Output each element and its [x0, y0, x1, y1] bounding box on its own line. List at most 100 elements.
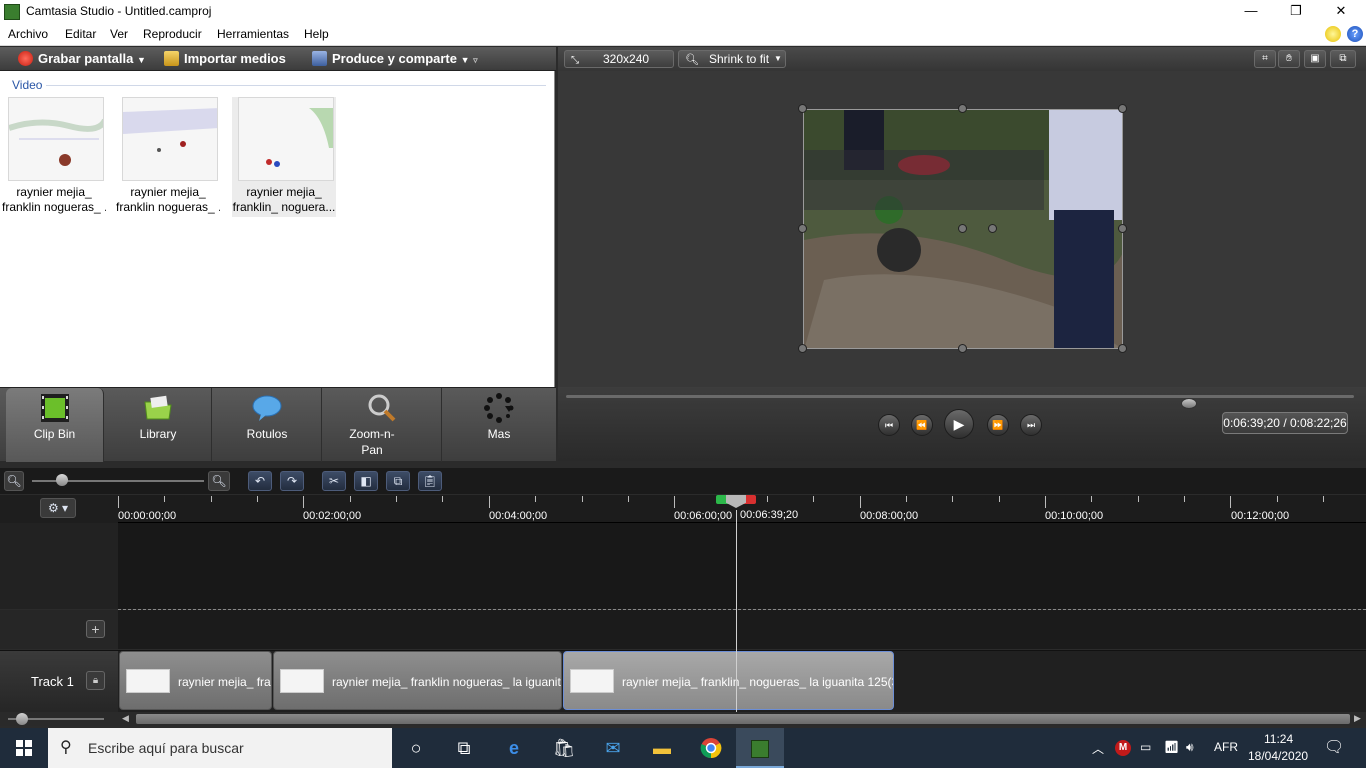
scroll-left-icon[interactable]: ◀: [122, 713, 129, 724]
tab-library[interactable]: Library: [105, 388, 212, 462]
empty-track-lane: [118, 610, 1366, 649]
scroll-thumb[interactable]: [136, 714, 1350, 724]
menu-editar[interactable]: Editar: [65, 27, 96, 41]
resize-handle[interactable]: [958, 344, 967, 353]
cortana-icon[interactable]: ○: [392, 728, 440, 768]
timeline-scrollbar[interactable]: ◀ ▶: [0, 712, 1366, 726]
chrome-icon[interactable]: [687, 728, 735, 768]
timeline-clip-2[interactable]: raynier mejia_ franklin nogueras_ la igu…: [273, 651, 562, 710]
fit-screen-icon[interactable]: ▣: [1304, 50, 1326, 68]
clock-date[interactable]: 18/04/2020: [1248, 749, 1308, 763]
battery-icon[interactable]: ▭: [1140, 740, 1151, 754]
close-button[interactable]: ✕: [1318, 0, 1364, 23]
zoom-out-icon[interactable]: 🔍︎: [4, 471, 24, 491]
track-1-header: Track 1 🔒︎: [0, 650, 118, 712]
lightbulb-icon[interactable]: [1325, 26, 1341, 42]
menu-help[interactable]: Help: [304, 27, 329, 41]
taskbar-search[interactable]: ⚲ Escribe aquí para buscar: [48, 728, 392, 768]
file-explorer-icon[interactable]: ▬: [638, 728, 686, 768]
hand-pan-icon[interactable]: ✋︎: [1278, 50, 1300, 68]
resize-handle[interactable]: [1118, 224, 1127, 233]
menu-archivo[interactable]: Archivo: [8, 27, 48, 41]
tab-clip-bin[interactable]: Clip Bin: [6, 388, 104, 462]
maximize-button[interactable]: ❐: [1273, 0, 1319, 23]
clip-thumbnail-3[interactable]: raynier mejia_ franklin_ noguera...: [232, 97, 336, 217]
zoom-in-icon[interactable]: 🔍︎: [208, 471, 230, 491]
clip-name: raynier mejia_ franklin nogueras_ ...: [116, 185, 220, 214]
ruler-tick: [1323, 496, 1325, 502]
undo-icon[interactable]: ↶: [248, 471, 272, 491]
clip-thumbnail-1[interactable]: raynier mejia_ franklin nogueras_ ...: [2, 97, 106, 217]
show-hidden-icons[interactable]: ︿: [1092, 740, 1104, 757]
resize-handle[interactable]: [1118, 104, 1127, 113]
playhead-handle[interactable]: [726, 495, 746, 508]
menu-reproducir[interactable]: Reproducir: [143, 27, 202, 41]
detach-preview-icon[interactable]: ⧉: [1330, 50, 1356, 68]
import-media-button[interactable]: Importar medios: [164, 51, 286, 66]
resize-handle[interactable]: [798, 224, 807, 233]
play-button[interactable]: ▶: [944, 409, 974, 439]
ruler-tick: [1230, 496, 1232, 508]
task-view-icon[interactable]: ⧉: [440, 728, 488, 768]
seek-knob[interactable]: [1180, 398, 1197, 409]
ruler-tick: [952, 496, 954, 502]
canvas-size-button[interactable]: ⤡ 320x240: [564, 50, 674, 68]
ruler-label: 00:02:00;00: [303, 510, 362, 522]
cut-icon[interactable]: ✂: [322, 471, 346, 491]
volume-icon[interactable]: 🔊︎: [1186, 740, 1194, 755]
clip-thumbnail-2[interactable]: raynier mejia_ franklin nogueras_ ...: [116, 97, 220, 217]
seek-bar[interactable]: [566, 395, 1354, 409]
ruler-tick: [442, 496, 444, 502]
rewind-button[interactable]: ⏪: [911, 414, 933, 436]
redo-icon[interactable]: ↷: [280, 471, 304, 491]
paste-icon[interactable]: 📋︎: [418, 471, 442, 491]
produce-share-button[interactable]: Produce y comparte ▼ ▿: [312, 51, 478, 66]
copy-icon[interactable]: ⧉: [386, 471, 410, 491]
windows-start-icon[interactable]: [0, 728, 48, 768]
resize-handle[interactable]: [958, 104, 967, 113]
overflow-icon[interactable]: ▿: [473, 55, 478, 65]
track-height-knob[interactable]: [16, 713, 28, 725]
edge-icon[interactable]: e: [490, 728, 538, 768]
rotate-handle[interactable]: [988, 224, 997, 233]
ruler-tick: [118, 496, 119, 508]
crop-icon[interactable]: ⌗: [1254, 50, 1276, 68]
resize-handle[interactable]: [798, 104, 807, 113]
camtasia-taskbar-icon[interactable]: [736, 728, 784, 768]
jump-start-button[interactable]: ⏮: [878, 414, 900, 436]
wifi-icon[interactable]: 📶︎: [1164, 740, 1179, 754]
language-indicator[interactable]: AFR: [1214, 740, 1238, 754]
minimize-button[interactable]: —: [1228, 0, 1274, 23]
scroll-right-icon[interactable]: ▶: [1354, 713, 1361, 724]
chevron-down-icon: ▼: [137, 55, 146, 65]
zoom-slider-knob[interactable]: [56, 474, 68, 486]
antivirus-icon[interactable]: M: [1115, 740, 1131, 756]
clock-time[interactable]: 11:24: [1264, 732, 1293, 746]
notifications-icon[interactable]: 🗨︎: [1324, 737, 1344, 757]
zoom-fit-dropdown[interactable]: 🔍︎ Shrink to fit ▼: [678, 50, 786, 68]
timeline-clip-3[interactable]: raynier mejia_ franklin_ nogueras_ la ig…: [563, 651, 894, 710]
jump-end-button[interactable]: ⏭: [1020, 414, 1042, 436]
mail-icon[interactable]: ✉: [589, 728, 637, 768]
fast-forward-button[interactable]: ⏩: [987, 414, 1009, 436]
menu-herramientas[interactable]: Herramientas: [217, 27, 289, 41]
add-track-button[interactable]: +: [86, 620, 105, 638]
record-screen-button[interactable]: Grabar pantalla ▼: [18, 51, 146, 66]
timeline-clip-1[interactable]: raynier mejia_ franklin nogueras_ la igu…: [119, 651, 272, 710]
clip-thumb: [126, 669, 170, 693]
resize-handle[interactable]: [798, 344, 807, 353]
help-icon[interactable]: ?: [1347, 26, 1363, 42]
ruler-tick: [905, 496, 907, 502]
store-icon[interactable]: 🛍︎: [540, 728, 588, 768]
tab-zoom-n-pan[interactable]: Zoom-n- Pan: [323, 388, 442, 462]
resize-handle[interactable]: [1118, 344, 1127, 353]
rotate-handle[interactable]: [958, 224, 967, 233]
tab-rotulos[interactable]: Rotulos: [213, 388, 322, 462]
clip-image: [238, 97, 334, 181]
gear-icon[interactable]: ⚙ ▾: [40, 498, 76, 518]
timeline-ruler[interactable]: 00:00:00;00 00:02:00;00 00:04:00;00 00:0…: [118, 495, 1366, 523]
tab-mas[interactable]: Mas: [443, 388, 555, 462]
lock-icon[interactable]: 🔒︎: [86, 671, 105, 690]
split-icon[interactable]: ◧: [354, 471, 378, 491]
menu-ver[interactable]: Ver: [110, 27, 128, 41]
